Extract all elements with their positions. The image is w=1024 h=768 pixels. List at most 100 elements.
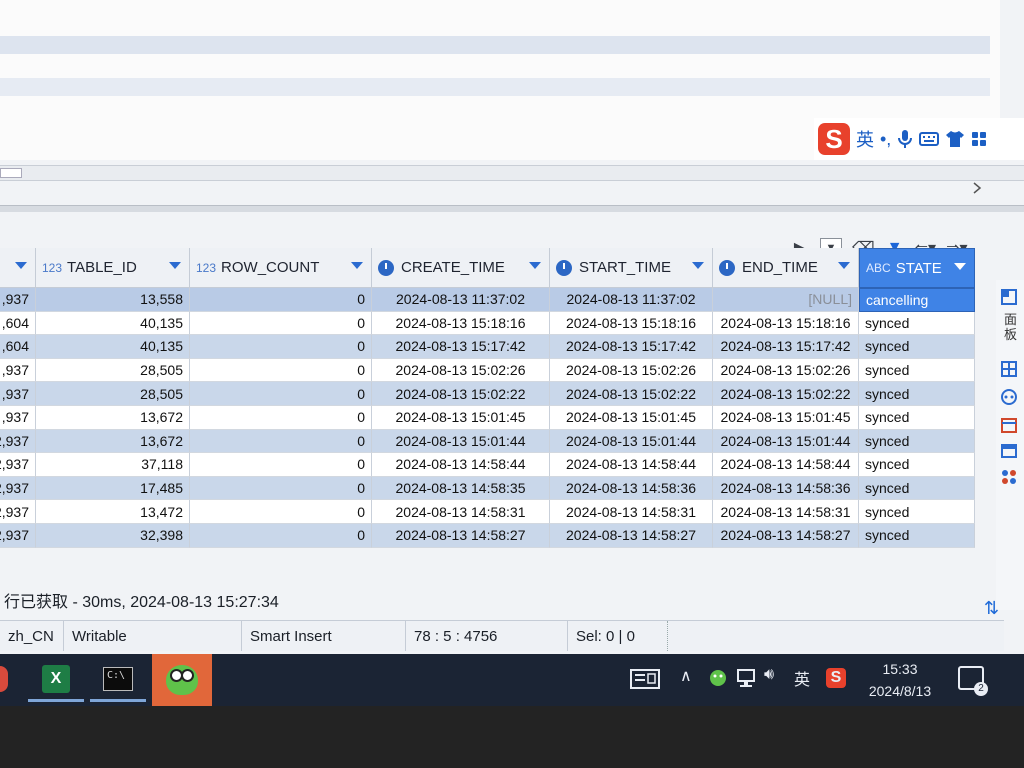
grid-cell[interactable]: 2024-08-13 15:02:26 — [713, 358, 859, 383]
grid-cell[interactable]: synced — [859, 453, 975, 477]
volume-icon[interactable]: 🔊︎ — [764, 666, 774, 684]
grid-cell[interactable]: ,937 — [0, 288, 36, 312]
scrollbar-thumb[interactable] — [0, 168, 22, 178]
status-cursor-position[interactable]: 78 : 5 : 4756 — [406, 621, 568, 651]
grid-cell[interactable]: ,937 — [0, 358, 36, 383]
keyboard-icon[interactable] — [919, 131, 940, 147]
grid-cell[interactable]: 0 — [190, 311, 372, 336]
grid-cell[interactable]: 0 — [190, 405, 372, 430]
taskbar-dbeaver-button[interactable] — [152, 654, 212, 706]
table-row[interactable]: ,937 13,558 0 2024-08-13 11:37:02 2024-08-13… — [0, 288, 990, 312]
grid-cell[interactable]: ,937 — [0, 382, 36, 406]
grid-cell[interactable]: 2,937 — [0, 500, 36, 524]
column-header-start-time[interactable]: START_TIME — [550, 248, 713, 288]
grid-cell[interactable]: 2024-08-13 15:01:45 — [713, 405, 859, 430]
tray-wechat-icon[interactable] — [708, 668, 728, 688]
window-panel-icon[interactable] — [1000, 442, 1018, 460]
grid-cell[interactable]: 2024-08-13 15:02:22 — [550, 382, 713, 406]
grid-cell[interactable]: 0 — [190, 523, 372, 548]
grid-cell[interactable]: 0 — [190, 335, 372, 359]
column-header-state[interactable]: ABC STATE — [859, 248, 975, 288]
grid-cell[interactable]: 0 — [190, 288, 372, 312]
grid-cell[interactable]: 2,937 — [0, 453, 36, 477]
table-row[interactable]: ,937 13,672 0 2024-08-13 15:01:45 2024-08-13… — [0, 405, 990, 430]
grid-cell[interactable]: 37,118 — [36, 453, 190, 477]
grid-cell[interactable]: 2024-08-13 15:01:45 — [550, 405, 713, 430]
status-insert-mode[interactable]: Smart Insert — [242, 621, 406, 651]
grid-cell[interactable]: cancelling — [859, 288, 975, 312]
table-row[interactable]: ,604 40,135 0 2024-08-13 15:17:42 2024-08-13… — [0, 335, 990, 359]
panels-label[interactable]: 面板 — [1004, 312, 1018, 342]
grid-cell[interactable]: 13,558 — [36, 288, 190, 312]
grid-cell[interactable]: 2024-08-13 11:37:02 — [550, 288, 713, 312]
table-row[interactable]: 2,93737,11802024-08-13 14:58:442024-08-1… — [0, 453, 990, 477]
column-header-create-time[interactable]: CREATE_TIME — [372, 248, 550, 288]
grid-cell[interactable]: 2024-08-13 15:01:44 — [713, 429, 859, 454]
grid-cell[interactable]: 2024-08-13 15:17:42 — [372, 335, 550, 359]
editor-horizontal-scrollbar[interactable] — [0, 165, 1024, 181]
grid-cell[interactable]: 2024-08-13 15:02:26 — [550, 358, 713, 383]
sort-dropdown-icon[interactable] — [692, 262, 704, 269]
grid-cell[interactable]: synced — [859, 311, 975, 336]
skin-shirt-icon[interactable] — [945, 130, 965, 148]
grid-cell[interactable]: 2024-08-13 15:01:45 — [372, 405, 550, 430]
grid-cell[interactable]: 2024-08-13 14:58:27 — [713, 523, 859, 548]
grid-cell[interactable]: 28,505 — [36, 382, 190, 406]
grid-cell[interactable]: synced — [859, 335, 975, 359]
grid-cell[interactable]: 40,135 — [36, 335, 190, 359]
tray-sogou-icon[interactable]: S — [826, 668, 846, 688]
grid-cell[interactable]: 2024-08-13 14:58:31 — [550, 500, 713, 524]
toolbox-grid-icon[interactable] — [971, 131, 987, 147]
ime-language-toggle[interactable]: 英 — [856, 126, 874, 152]
grid-cell[interactable]: 2024-08-13 14:58:36 — [713, 476, 859, 501]
grid-cell[interactable]: 2024-08-13 15:17:42 — [713, 335, 859, 359]
column-header-row-count[interactable]: 123 ROW_COUNT — [190, 248, 372, 288]
grid-cell[interactable]: 0 — [190, 453, 372, 477]
panel-splitter[interactable] — [0, 205, 1024, 212]
grid-cell[interactable]: 0 — [190, 429, 372, 454]
table-row[interactable]: ,937 28,505 0 2024-08-13 15:02:22 2024-08-13… — [0, 382, 990, 406]
grid-cell[interactable]: synced — [859, 405, 975, 430]
microphone-icon[interactable] — [897, 129, 913, 149]
sogou-logo-icon[interactable]: S — [818, 123, 850, 155]
grid-cell[interactable]: 13,672 — [36, 405, 190, 430]
grid-cell[interactable]: 2024-08-13 14:58:44 — [550, 453, 713, 477]
table-row[interactable]: ,604 40,135 0 2024-08-13 15:18:16 2024-08-13… — [0, 311, 990, 336]
grid-cell[interactable]: 2024-08-13 11:37:02 — [372, 288, 550, 312]
grid-cell[interactable]: 40,135 — [36, 311, 190, 336]
ime-punctuation-toggle[interactable]: •, — [880, 129, 891, 150]
grid-cell[interactable]: 17,485 — [36, 476, 190, 501]
chevron-right-icon[interactable] — [972, 182, 982, 194]
grid-cell[interactable]: 2024-08-13 15:01:44 — [550, 429, 713, 454]
grid-cell[interactable]: 2024-08-13 15:02:26 — [372, 358, 550, 383]
taskbar-clock[interactable]: 15:33 2024/8/13 — [858, 658, 942, 702]
calendar-icon[interactable] — [1000, 416, 1018, 434]
grid-cell[interactable]: synced — [859, 382, 975, 406]
sort-dropdown-icon[interactable] — [169, 262, 181, 269]
grid-cell[interactable]: ,604 — [0, 311, 36, 336]
grid-cell[interactable]: 32,398 — [36, 523, 190, 548]
nodes-icon[interactable] — [1000, 468, 1018, 486]
panel-toggle-icon[interactable]: ⇅ — [984, 598, 999, 619]
pinned-app-partial[interactable] — [0, 666, 8, 692]
grid-cell[interactable]: 2024-08-13 15:18:16 — [550, 311, 713, 336]
sort-dropdown-icon[interactable] — [838, 262, 850, 269]
table-row[interactable]: 2,93713,47202024-08-13 14:58:312024-08-1… — [0, 500, 990, 524]
sort-dropdown-icon[interactable] — [351, 262, 363, 269]
grid-cell[interactable]: synced — [859, 429, 975, 454]
grid-cell[interactable]: synced — [859, 523, 975, 548]
grid-cell[interactable]: 2024-08-13 14:58:31 — [713, 500, 859, 524]
grid-cell[interactable]: ,604 — [0, 335, 36, 359]
table-row[interactable]: 2,93717,48502024-08-13 14:58:352024-08-1… — [0, 476, 990, 501]
settings-circle-icon[interactable] — [1000, 388, 1018, 406]
taskbar-terminal-button[interactable]: C:\ — [90, 658, 146, 702]
grid-cell[interactable]: 2,937 — [0, 523, 36, 548]
taskbar-excel-button[interactable]: X — [28, 658, 84, 702]
grid-view-icon[interactable] — [1000, 360, 1018, 378]
grid-cell[interactable]: 2024-08-13 15:02:22 — [713, 382, 859, 406]
grid-cell[interactable]: 2024-08-13 14:58:44 — [372, 453, 550, 477]
grid-cell[interactable]: 2024-08-13 15:17:42 — [550, 335, 713, 359]
grid-cell[interactable]: 2024-08-13 15:02:22 — [372, 382, 550, 406]
table-row[interactable]: 2,93713,67202024-08-13 15:01:442024-08-1… — [0, 429, 990, 454]
grid-cell[interactable]: 2,937 — [0, 476, 36, 501]
